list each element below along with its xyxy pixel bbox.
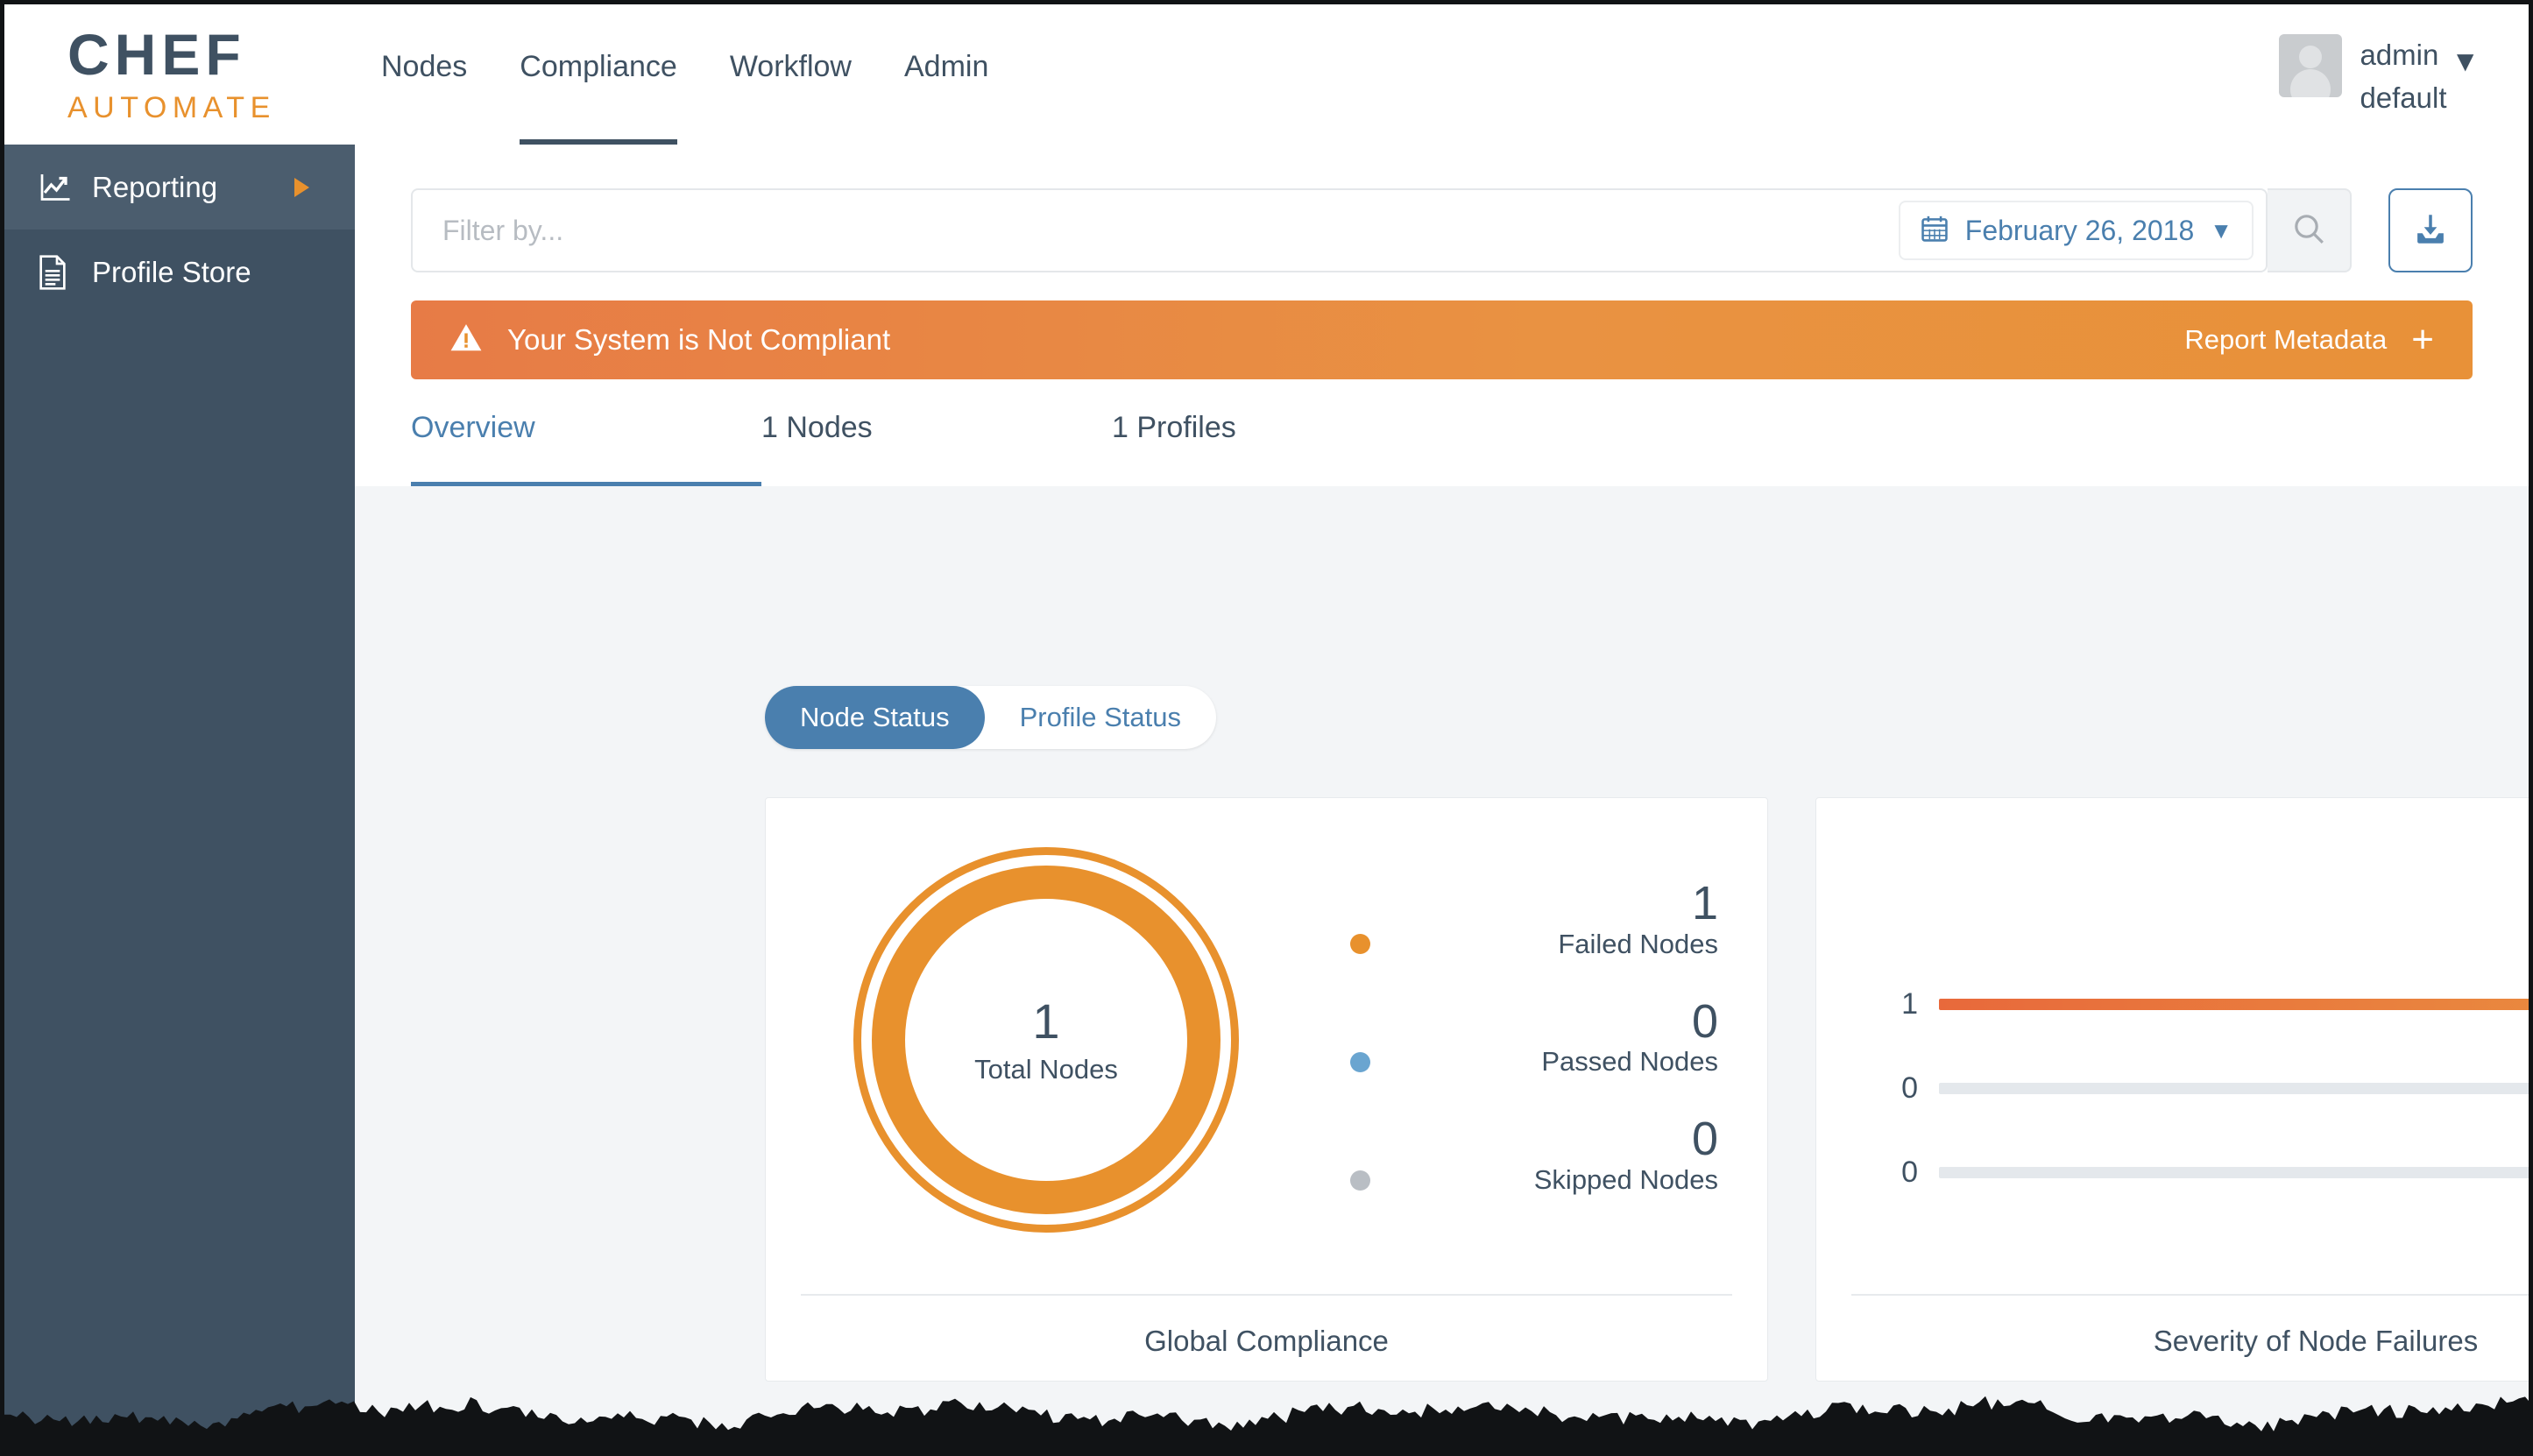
severity-bar-row-major[interactable]: 0 bbox=[1869, 1071, 2529, 1106]
user-info: admin ▼ default bbox=[2360, 31, 2480, 117]
legend-label: Passed Nodes bbox=[1541, 1046, 1718, 1078]
card-divider bbox=[801, 1294, 1732, 1296]
filter-bar: February 26, 2018 ▼ bbox=[411, 188, 2473, 272]
tab-overview[interactable]: Overview bbox=[411, 407, 761, 486]
sidebar-item-reporting[interactable]: Reporting bbox=[4, 145, 355, 230]
severity-bar-row-critical[interactable]: 1 bbox=[1869, 987, 2529, 1021]
content-tabs: Overview 1 Nodes 1 Profiles bbox=[411, 407, 2473, 486]
sidebar-item-label: Reporting bbox=[92, 170, 218, 203]
chevron-down-icon[interactable]: ▼ bbox=[2451, 43, 2480, 80]
legend-value: 0 bbox=[1691, 994, 1718, 1048]
app-window: CHEF AUTOMATE Nodes Compliance Workflow … bbox=[0, 0, 2533, 1456]
severity-bar-row-minor[interactable]: 0 bbox=[1869, 1156, 2529, 1190]
main-nav: Nodes Compliance Workflow Admin bbox=[355, 4, 1015, 145]
sidebar: Reporting Profile Store bbox=[4, 145, 355, 1456]
top-navigation-bar: CHEF AUTOMATE Nodes Compliance Workflow … bbox=[4, 4, 2529, 145]
card-title: Severity of Node Failures bbox=[2153, 1325, 2479, 1357]
date-picker-button[interactable]: February 26, 2018 ▼ bbox=[1898, 201, 2254, 260]
main-content: February 26, 2018 ▼ bbox=[355, 145, 2529, 1456]
legend-value: 1 bbox=[1691, 877, 1718, 929]
legend-item-skipped[interactable]: 0 Skipped Nodes bbox=[1350, 1114, 1718, 1196]
legend-label: Failed Nodes bbox=[1558, 928, 1718, 959]
card-divider bbox=[1851, 1294, 2529, 1296]
banner-left: Your System is Not Compliant bbox=[449, 322, 890, 359]
legend-dot-failed bbox=[1350, 934, 1370, 955]
user-name: admin bbox=[2360, 39, 2439, 71]
sidebar-item-label: Profile Store bbox=[92, 255, 251, 288]
report-metadata-label: Report Metadata bbox=[2184, 324, 2388, 355]
report-metadata-button[interactable]: Report Metadata + bbox=[2184, 317, 2434, 361]
date-picker-label: February 26, 2018 bbox=[1964, 214, 2195, 246]
download-icon bbox=[2412, 210, 2449, 251]
node-status-legend: 1 Failed Nodes 0 Passed Nodes 0 Skipped … bbox=[1350, 879, 1718, 1233]
severity-of-node-failures-card: ✕ CRITICAL 1 – MAJOR 0 bbox=[1815, 797, 2529, 1382]
nav-item-admin[interactable]: Admin bbox=[878, 50, 1015, 145]
logo-automate-text: AUTOMATE bbox=[67, 91, 276, 124]
warning-triangle-icon bbox=[449, 322, 483, 359]
card-title: Global Compliance bbox=[1144, 1325, 1389, 1357]
nav-item-workflow[interactable]: Workflow bbox=[704, 50, 878, 145]
donut-total-value: 1 bbox=[1032, 993, 1060, 1050]
severity-bar-chart: ✕ CRITICAL 1 – MAJOR 0 bbox=[1869, 851, 2529, 1280]
toggle-profile-status[interactable]: Profile Status bbox=[985, 686, 1216, 749]
severity-bar-track bbox=[1939, 1167, 2529, 1178]
filter-input[interactable] bbox=[413, 214, 1899, 247]
filter-box: February 26, 2018 ▼ bbox=[411, 188, 2268, 272]
chevron-down-icon: ▼ bbox=[2210, 216, 2232, 244]
chevron-right-icon bbox=[294, 177, 309, 197]
avatar bbox=[2279, 34, 2343, 97]
compliance-alert-banner: Your System is Not Compliant Report Meta… bbox=[411, 300, 2473, 379]
logo-chef-text: CHEF bbox=[67, 22, 246, 87]
plus-icon: + bbox=[2411, 317, 2434, 361]
tab-profiles[interactable]: 1 Profiles bbox=[1112, 407, 1236, 486]
severity-value: 0 bbox=[1901, 1071, 1918, 1105]
tab-nodes[interactable]: 1 Nodes bbox=[761, 407, 1112, 486]
legend-item-passed[interactable]: 0 Passed Nodes bbox=[1350, 994, 1718, 1078]
chart-line-icon bbox=[38, 172, 85, 203]
severity-bar-fill bbox=[1939, 999, 2529, 1010]
user-org: default bbox=[2360, 81, 2447, 115]
legend-dot-passed bbox=[1350, 1051, 1370, 1072]
user-menu[interactable]: admin ▼ default bbox=[2279, 31, 2480, 117]
donut-center-text: 1 Total Nodes bbox=[915, 994, 1178, 1085]
sidebar-item-profile-store[interactable]: Profile Store bbox=[4, 230, 355, 315]
total-nodes-trend-card: Total Nodes bbox=[765, 1432, 2473, 1456]
calendar-icon bbox=[1920, 214, 1949, 248]
global-compliance-donut-chart: 1 Total Nodes bbox=[827, 847, 1265, 1233]
search-icon bbox=[2291, 211, 2326, 251]
severity-value: 1 bbox=[1901, 987, 1918, 1021]
global-compliance-card: 1 Total Nodes 1 Failed Nodes 0 Passed No… bbox=[765, 797, 1768, 1382]
document-icon bbox=[38, 254, 85, 290]
chef-automate-logo[interactable]: CHEF AUTOMATE bbox=[4, 4, 355, 123]
toggle-node-status[interactable]: Node Status bbox=[765, 686, 985, 749]
nav-item-nodes[interactable]: Nodes bbox=[355, 50, 493, 145]
legend-dot-skipped bbox=[1350, 1170, 1370, 1191]
legend-label: Skipped Nodes bbox=[1533, 1164, 1718, 1196]
search-button[interactable] bbox=[2268, 188, 2352, 272]
banner-title: Your System is Not Compliant bbox=[507, 323, 891, 356]
severity-value: 0 bbox=[1901, 1156, 1918, 1189]
nav-item-compliance[interactable]: Compliance bbox=[493, 50, 704, 145]
severity-bar-track bbox=[1939, 1083, 2529, 1094]
donut-total-label: Total Nodes bbox=[974, 1053, 1118, 1085]
download-button[interactable] bbox=[2388, 188, 2473, 272]
legend-value: 0 bbox=[1691, 1113, 1718, 1166]
status-toggle: Node Status Profile Status bbox=[765, 686, 1216, 749]
legend-item-failed[interactable]: 1 Failed Nodes bbox=[1350, 879, 1718, 960]
